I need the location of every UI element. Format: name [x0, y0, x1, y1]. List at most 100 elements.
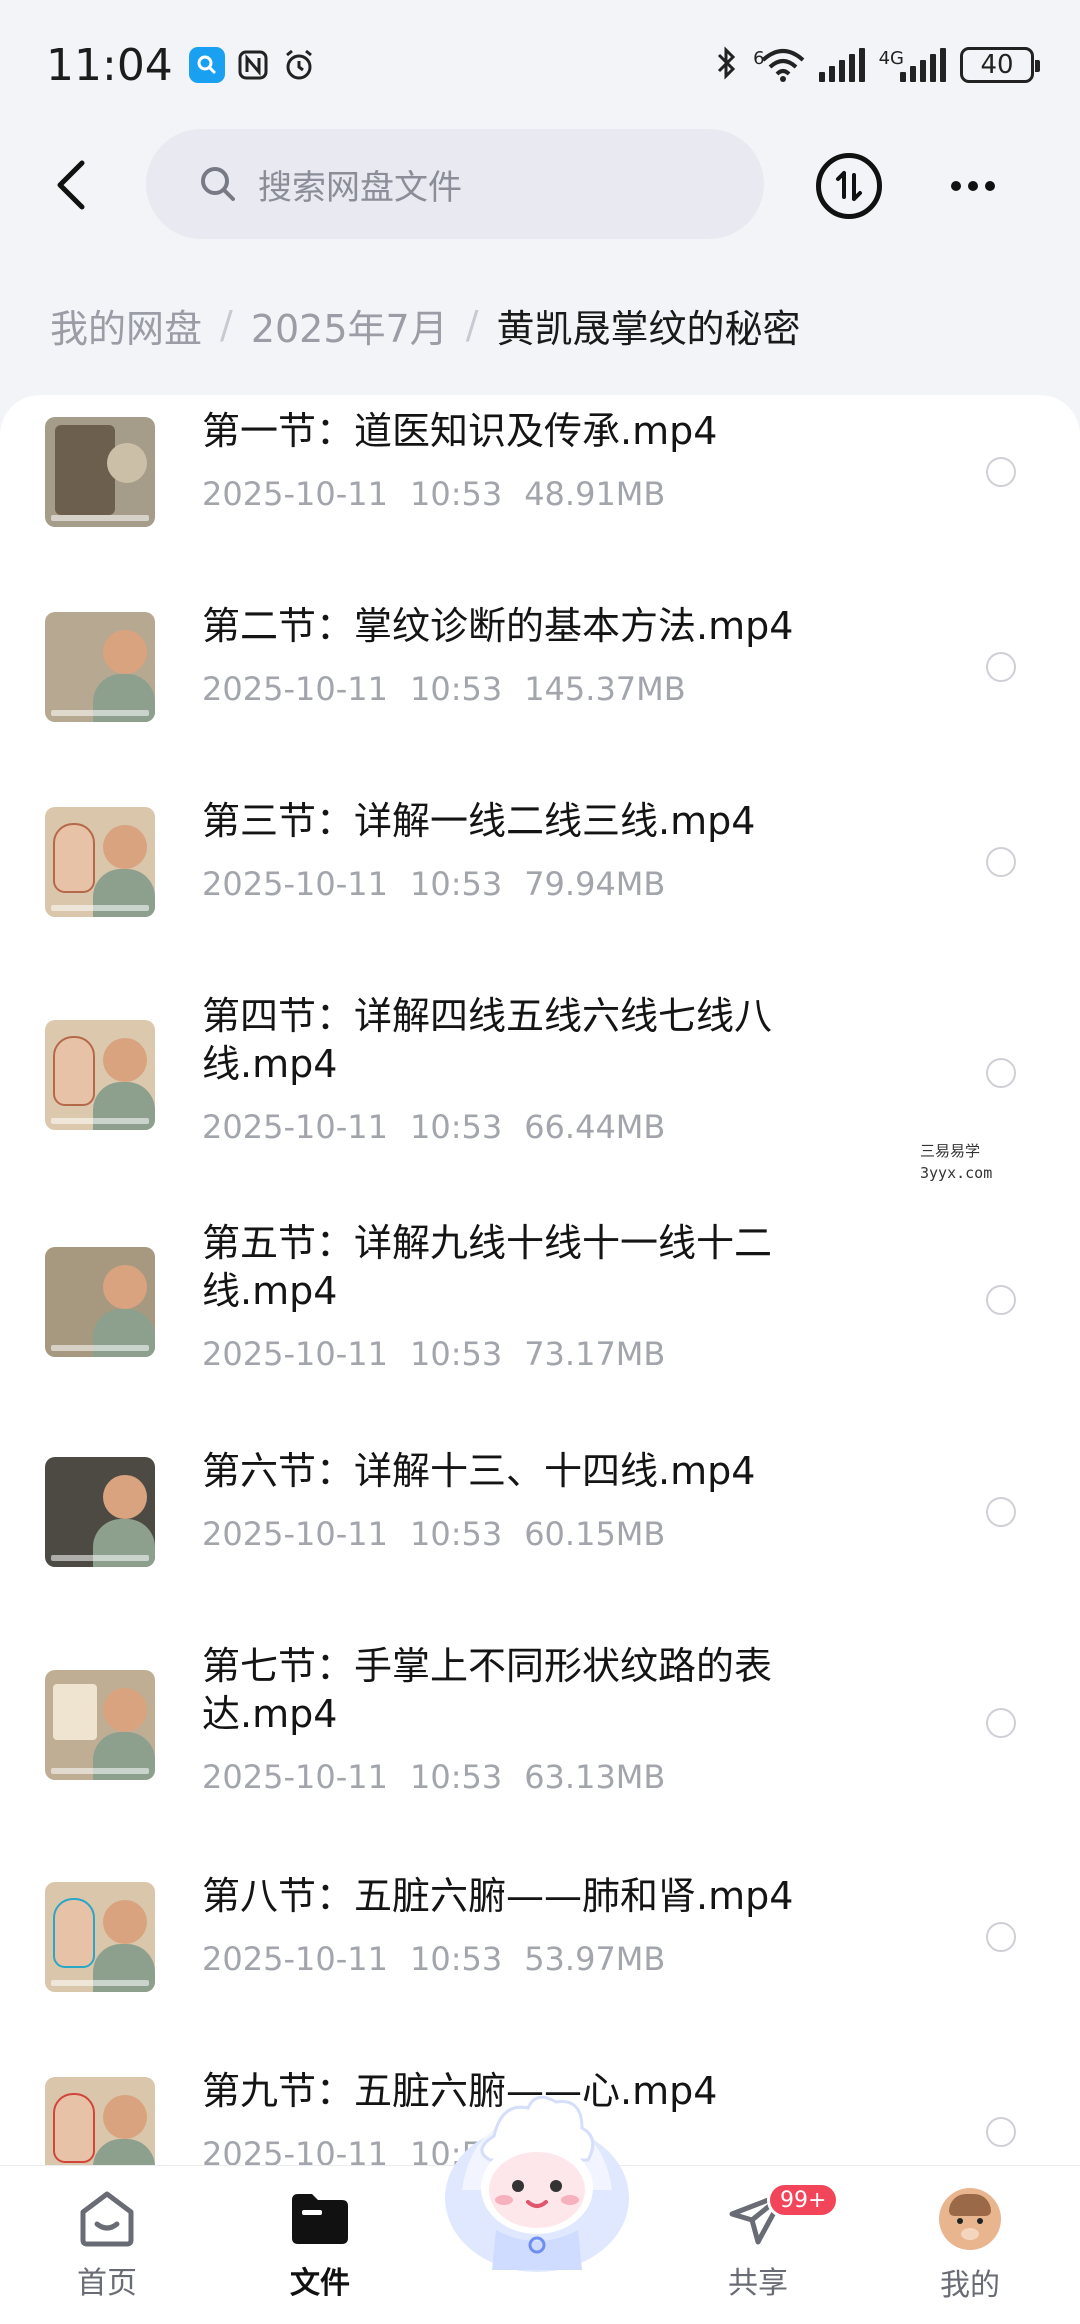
alarm-icon	[281, 47, 317, 83]
file-size: 60.15MB	[524, 1515, 666, 1553]
file-name: 第二节：掌纹诊断的基本方法.mp4	[202, 604, 794, 648]
file-name: 第一节：道医知识及传承.mp4	[202, 409, 718, 453]
bluetooth-icon	[715, 45, 739, 85]
file-date: 2025-10-11	[202, 1940, 388, 1978]
file-row[interactable]: 第七节：手掌上不同形状纹路的表达.mp4 2025-10-11 10:53 63.1…	[0, 1630, 1080, 1855]
home-icon	[80, 2191, 134, 2247]
more-options-button[interactable]	[940, 153, 1006, 219]
file-row[interactable]: 第六节：详解十三、十四线.mp4 2025-10-11 10:53 60.15MB	[0, 1435, 1080, 1615]
file-size: 79.94MB	[524, 865, 666, 903]
video-thumbnail	[45, 612, 155, 722]
mascot-icon	[445, 2095, 629, 2272]
select-checkbox[interactable]	[986, 847, 1016, 877]
file-row[interactable]: 第五节：详解九线十线十一线十二线.mp4 2025-10-11 10:53 73.1…	[0, 1207, 1080, 1432]
file-date: 2025-10-11	[202, 670, 388, 708]
wifi-icon: 6	[753, 48, 804, 82]
video-thumbnail	[45, 1020, 155, 1130]
file-size: 48.91MB	[524, 475, 666, 513]
watermark-line: 三易易学	[920, 1142, 981, 1160]
nfc-icon	[235, 47, 271, 83]
more-dot	[951, 181, 961, 191]
select-checkbox[interactable]	[986, 457, 1016, 487]
watermark-line: 3yyx.com	[920, 1164, 993, 1182]
video-thumbnail	[45, 1457, 155, 1567]
file-meta: 2025-10-11 10:53 79.94MB	[202, 865, 687, 903]
file-row[interactable]: 第一节：道医知识及传承.mp4 2025-10-11 10:53 48.91MB	[0, 395, 1080, 575]
select-checkbox[interactable]	[986, 652, 1016, 682]
select-checkbox[interactable]	[986, 1058, 1016, 1088]
file-time: 10:53	[409, 1940, 503, 1978]
file-name: 第三节：详解一线二线三线.mp4	[202, 799, 756, 843]
share-badge: 99+	[767, 2182, 840, 2218]
file-time: 10:53	[409, 1335, 503, 1373]
tab-share[interactable]: 99+ 共享	[693, 2182, 840, 2308]
battery-level: 40	[980, 50, 1014, 80]
video-thumbnail	[45, 417, 155, 527]
video-thumbnail	[45, 807, 155, 917]
file-date: 2025-10-11	[202, 1758, 388, 1796]
tab-files-label: 文件	[290, 2266, 350, 2301]
breadcrumb-separator: /	[465, 303, 479, 347]
file-time: 10:53	[409, 670, 503, 708]
select-checkbox[interactable]	[986, 1285, 1016, 1315]
top-bar: 搜索网盘文件	[0, 125, 1080, 245]
tab-home-label: 首页	[77, 2266, 137, 2301]
file-date: 2025-10-11	[202, 865, 388, 903]
file-name: 第八节：五脏六腑——肺和肾.mp4	[202, 1874, 794, 1918]
tab-mine[interactable]: 我的	[905, 2188, 1035, 2308]
breadcrumb: 我的网盘 / 2025年7月 / 黄凯晟掌纹的秘密	[50, 295, 801, 355]
file-row[interactable]: 第八节：五脏六腑——肺和肾.mp4 2025-10-11 10:53 53.97MB	[0, 1860, 1080, 2040]
breadcrumb-separator: /	[220, 303, 233, 347]
select-checkbox[interactable]	[986, 1497, 1016, 1527]
file-name: 第六节：详解十三、十四线.mp4	[202, 1449, 756, 1493]
search-app-notification-icon	[188, 47, 225, 83]
file-meta: 2025-10-11 10:53 53.97MB	[202, 1940, 687, 1978]
breadcrumb-root[interactable]: 我的网盘	[50, 298, 202, 353]
transfer-list-button[interactable]	[816, 153, 882, 219]
tab-mine-label: 我的	[940, 2268, 1000, 2303]
file-meta: 2025-10-11 10:53 63.13MB	[202, 1758, 687, 1796]
file-date: 2025-10-11	[202, 1108, 388, 1146]
file-meta: 2025-10-11 10:53 60.15MB	[202, 1515, 687, 1553]
file-size: 63.13MB	[524, 1758, 666, 1796]
battery-indicator: 40	[960, 47, 1040, 83]
file-date: 2025-10-11	[202, 2135, 388, 2165]
back-button[interactable]	[40, 153, 104, 217]
file-time: 10:53	[409, 1515, 503, 1553]
file-name: 第四节：详解四线五线六线七线八线.mp4	[202, 994, 773, 1086]
select-checkbox[interactable]	[986, 1708, 1016, 1738]
search-input[interactable]: 搜索网盘文件	[146, 129, 764, 239]
search-icon	[201, 167, 235, 201]
status-bar: 11:04 6 4G 40	[0, 0, 1080, 130]
file-size: 145.37MB	[524, 670, 686, 708]
breadcrumb-parent[interactable]: 2025年7月	[251, 298, 448, 353]
more-dot	[968, 181, 978, 191]
select-checkbox[interactable]	[986, 2117, 1016, 2147]
file-name: 第五节：详解九线十线十一线十二线.mp4	[202, 1221, 773, 1313]
more-dot	[985, 181, 995, 191]
file-date: 2025-10-11	[202, 1335, 388, 1373]
file-size: 66.44MB	[524, 1108, 666, 1146]
file-date: 2025-10-11	[202, 475, 388, 513]
file-meta: 2025-10-11 10:53 48.91MB	[202, 475, 687, 513]
breadcrumb-current: 黄凯晟掌纹的秘密	[496, 306, 801, 351]
chevron-left-icon	[57, 160, 85, 210]
file-row[interactable]: 第二节：掌纹诊断的基本方法.mp4 2025-10-11 10:53 145.37M…	[0, 590, 1080, 770]
avatar	[939, 2188, 1001, 2250]
search-placeholder: 搜索网盘文件	[258, 167, 462, 208]
video-thumbnail	[45, 1670, 155, 1780]
file-date: 2025-10-11	[202, 1515, 388, 1553]
file-row[interactable]: 第四节：详解四线五线六线七线八线.mp4 2025-10-11 10:53 66.4…	[0, 980, 1080, 1205]
ai-assistant-mascot-button[interactable]	[432, 2080, 642, 2280]
file-meta: 2025-10-11 10:53 73.17MB	[202, 1335, 687, 1373]
video-thumbnail	[45, 2077, 155, 2165]
signal-strength-icon	[818, 48, 865, 82]
file-time: 10:53	[409, 1108, 503, 1146]
file-row[interactable]: 第三节：详解一线二线三线.mp4 2025-10-11 10:53 79.94MB	[0, 785, 1080, 965]
watermark: 三易易学 3yyx.com	[920, 1140, 992, 1184]
tab-home[interactable]: 首页	[42, 2188, 172, 2308]
file-name: 第七节：手掌上不同形状纹路的表达.mp4	[202, 1644, 773, 1736]
tab-files[interactable]: 文件	[255, 2188, 385, 2308]
select-checkbox[interactable]	[986, 1922, 1016, 1952]
video-thumbnail	[45, 1247, 155, 1357]
